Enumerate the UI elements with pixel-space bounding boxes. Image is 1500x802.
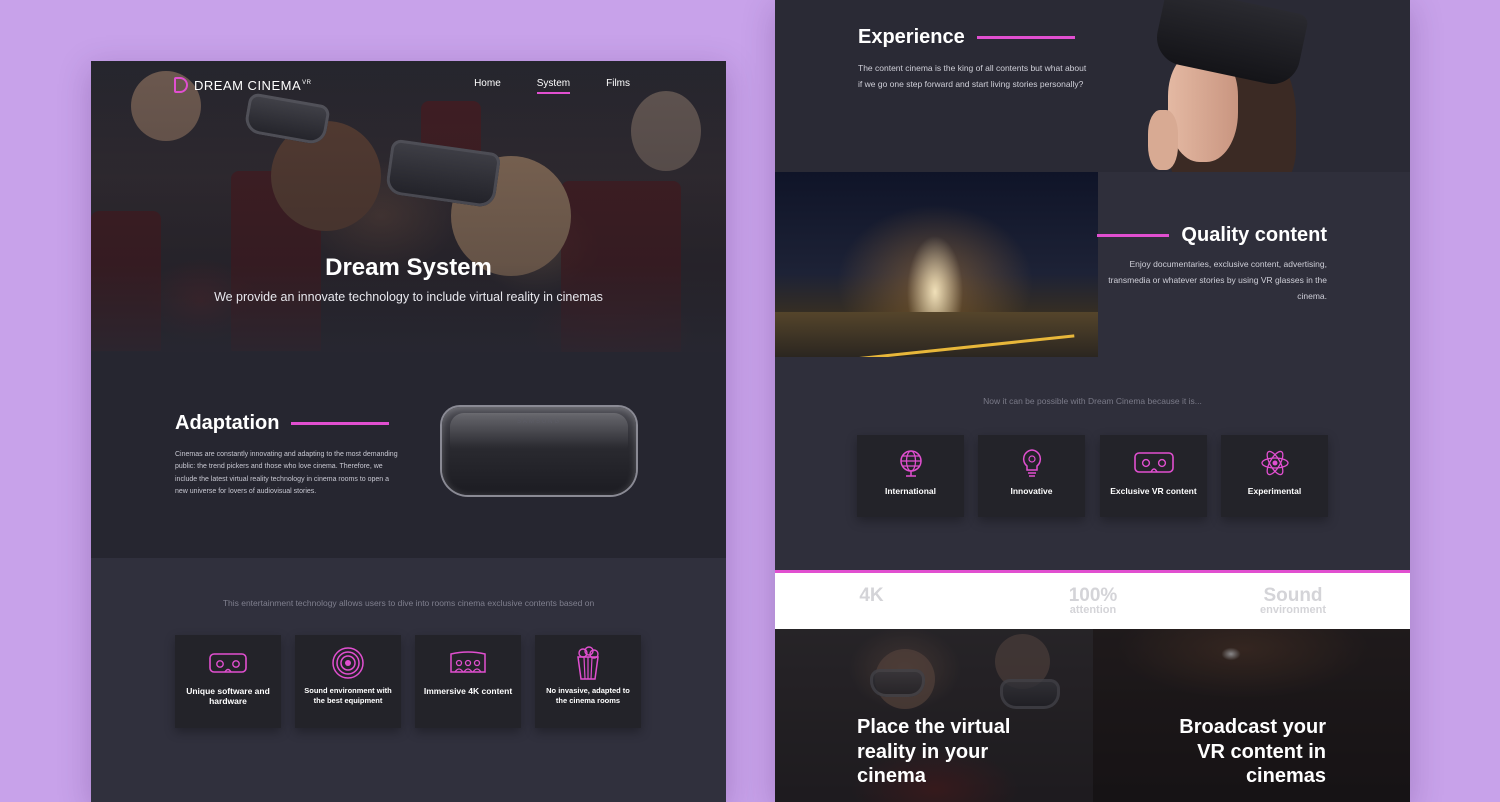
adaptation-text: Cinemas are constantly innovating and ad… [175,451,398,496]
quality-section: Quality content Enjoy documentaries, exc… [775,172,1410,357]
audience-icon [449,648,487,678]
adaptation-section: Adaptation Cinemas are constantly innova… [91,352,726,558]
feature-card[interactable]: No invasive, adapted to the cinema rooms [535,635,641,728]
banners: Place the virtual reality in your cinema… [775,629,1410,802]
sound-waves-icon [332,647,364,679]
vr-headset-icon [209,648,247,678]
nav-home[interactable]: Home [474,78,501,89]
feature-card[interactable]: Experimental [1221,435,1328,517]
device-brand-label: SAMSUNG [516,419,562,425]
sparks-image [775,172,1098,357]
feature-card[interactable]: Innovative [978,435,1085,517]
technology-intro: This entertainment technology allows use… [222,598,595,608]
feature-card-label: Unique software and hardware [186,686,270,706]
experience-text: The content cinema is the king of all co… [858,63,1087,89]
hero-title: Dream System [325,254,492,281]
quality-heading: Quality content [1097,224,1327,247]
stats-bar: 4K 100% attention Sound environment [775,570,1410,629]
hero-section: DREAM CINEMAVR Home System Films Dream S… [91,61,726,352]
logo-icon [174,77,188,93]
main-nav: Home System Films [474,78,630,94]
vr-headset-product-image: SAMSUNG [442,407,636,495]
banner-broadcast[interactable]: Broadcast your VR content in cinemas [1093,629,1410,802]
nav-films[interactable]: Films [606,78,630,89]
stat-4k: 4K [859,585,884,606]
feature-card[interactable]: Exclusive VR content [1100,435,1207,517]
system-page-mockup: DREAM CINEMAVR Home System Films Dream S… [91,61,726,802]
feature-card-label: Sound environment with the best equipmen… [304,686,392,705]
stat-attention: 100% attention [1068,585,1118,616]
stat-sound: Sound environment [1259,585,1326,616]
popcorn-icon [575,646,601,680]
feature-card-label: No invasive, adapted to the cinema rooms [546,686,630,705]
nav-system[interactable]: System [536,78,571,94]
lightbulb-icon [1020,448,1044,478]
globe-icon [897,448,925,478]
banner-title: Place the virtual reality in your cinema [857,716,1011,787]
brand-logo[interactable]: DREAM CINEMAVR [174,77,311,93]
feature-card-label: Exclusive VR content [1110,486,1197,496]
feature-card-label: Experimental [1247,486,1302,496]
vr-headset-icon [1133,448,1174,478]
accent-line [976,36,1075,39]
adaptation-heading: Adaptation [175,412,390,435]
hero-subtitle: We provide an innovate technology to inc… [214,290,603,304]
banner-place-vr[interactable]: Place the virtual reality in your cinema [775,629,1093,802]
feature-card[interactable]: Sound environment with the best equipmen… [295,635,401,728]
accent-line [1097,234,1170,237]
features-section: Now it can be possible with Dream Cinema… [775,357,1410,570]
woman-vr-image [1130,0,1330,172]
atom-icon [1260,448,1290,478]
feature-card[interactable]: Immersive 4K content [415,635,521,728]
feature-card-label: International [884,486,936,496]
experience-heading: Experience [858,26,1075,49]
feature-card-label: Innovative [1010,486,1053,496]
feature-card[interactable]: Unique software and hardware [175,635,281,728]
content-page-mockup: Experience The content cinema is the kin… [775,0,1410,802]
technology-section: This entertainment technology allows use… [91,558,726,802]
experience-section: Experience The content cinema is the kin… [775,0,1410,172]
feature-card-label: Immersive 4K content [423,686,513,696]
feature-card[interactable]: International [857,435,964,517]
features-intro: Now it can be possible with Dream Cinema… [983,396,1202,406]
brand-name: DREAM CINEMAVR [194,77,312,93]
quality-text: Enjoy documentaries, exclusive content, … [1108,259,1327,301]
banner-title: Broadcast your VR content in cinemas [1179,716,1326,787]
accent-line [291,422,390,425]
